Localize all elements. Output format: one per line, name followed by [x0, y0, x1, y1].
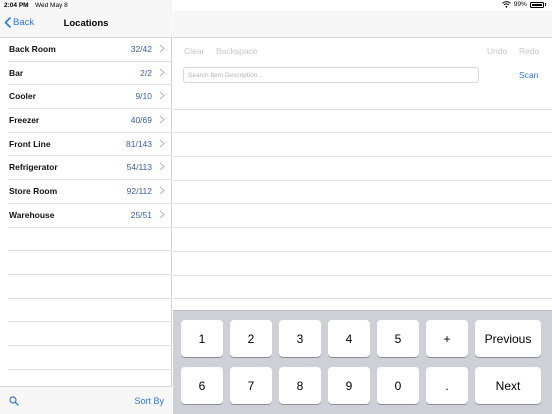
key-1[interactable]: 1: [181, 320, 223, 357]
location-count: 92/112: [126, 186, 152, 197]
location-row-refrigerator[interactable]: Refrigerator 54/113: [8, 156, 172, 181]
location-row-store-room[interactable]: Store Room 92/112: [8, 180, 172, 204]
location-name: Store Room: [9, 186, 58, 197]
key-7[interactable]: 7: [230, 367, 272, 404]
location-name: Bar: [9, 67, 24, 78]
location-name: Refrigerator: [9, 162, 58, 173]
key-0[interactable]: 0: [377, 367, 419, 404]
chevron-right-icon: [159, 186, 165, 195]
location-count: 25/51: [130, 209, 152, 220]
list-row: [173, 86, 552, 110]
key-8[interactable]: 8: [279, 367, 321, 404]
key-4[interactable]: 4: [328, 320, 370, 357]
list-row: [173, 181, 552, 205]
location-row-back-room[interactable]: Back Room 32/42: [8, 38, 172, 62]
empty-row: [8, 228, 172, 252]
key-2[interactable]: 2: [230, 320, 272, 357]
battery-tip: [544, 3, 546, 6]
empty-row: [8, 299, 172, 323]
chevron-right-icon: [159, 68, 165, 77]
locations-title: Locations: [63, 18, 109, 29]
location-name: Front Line: [9, 138, 51, 149]
list-row: [173, 228, 552, 252]
clear-button[interactable]: Clear: [184, 46, 204, 56]
backspace-button[interactable]: Backspace: [216, 46, 258, 56]
chevron-right-icon: [159, 139, 165, 148]
list-row: [173, 276, 552, 300]
list-row: [173, 204, 552, 229]
location-name: Back Room: [9, 44, 56, 54]
key-decimal[interactable]: .: [426, 367, 468, 404]
chevron-right-icon: [159, 91, 165, 100]
redo-button[interactable]: Redo: [519, 46, 539, 56]
item-list: [173, 86, 552, 300]
item-search-input[interactable]: Search Item Description...: [183, 67, 479, 83]
location-count: 9/10: [135, 91, 152, 102]
locations-panel: Back Locations Back Room 32/42 Bar 2/2 C…: [0, 0, 172, 414]
undo-button[interactable]: Undo: [487, 46, 507, 56]
location-row-bar[interactable]: Bar 2/2: [8, 62, 172, 86]
status-right-group: 99%: [501, 1, 546, 8]
location-row-warehouse[interactable]: Warehouse 25/51: [8, 204, 172, 228]
location-name: Cooler: [9, 91, 36, 102]
key-3[interactable]: 3: [279, 320, 321, 357]
search-icon[interactable]: [9, 396, 19, 406]
key-5[interactable]: 5: [377, 320, 419, 357]
next-button[interactable]: Next: [475, 367, 541, 404]
locations-footer-toolbar: Sort By: [0, 386, 172, 414]
count-nav-bar: [173, 11, 552, 38]
previous-button[interactable]: Previous: [475, 320, 541, 357]
chevron-right-icon: [159, 115, 165, 124]
location-count: 81/143: [126, 138, 152, 149]
list-row: [173, 110, 552, 134]
location-count: 40/69: [130, 115, 152, 126]
status-time: 2:04 PM: [4, 2, 29, 9]
location-name: Warehouse: [9, 209, 55, 220]
chevron-right-icon: [159, 163, 165, 171]
list-row: [173, 252, 552, 276]
scan-button[interactable]: Scan: [519, 70, 538, 80]
app-screen: Back Locations Back Room 32/42 Bar 2/2 C…: [0, 0, 552, 414]
location-count: 2/2: [140, 67, 152, 78]
empty-row: [8, 275, 172, 299]
location-row-front-line[interactable]: Front Line 81/143: [8, 133, 172, 157]
location-row-freezer[interactable]: Freezer 40/69: [8, 109, 172, 133]
list-row: [173, 157, 552, 181]
location-count: 32/42: [130, 44, 152, 54]
location-row-cooler[interactable]: Cooler 9/10: [8, 85, 172, 110]
chevron-right-icon: [159, 210, 165, 219]
location-name: Freezer: [9, 115, 40, 126]
empty-row: [8, 322, 172, 346]
empty-row: [8, 346, 172, 370]
status-bar: 2:04 PM Wed May 8 99%: [0, 0, 552, 11]
numeric-keypad: 1 2 3 4 5 + Previous 6 7 8 9 0 . Next: [173, 310, 552, 414]
location-count: 54/113: [126, 162, 152, 173]
status-date: Wed May 8: [35, 2, 68, 9]
edit-toolbar: Clear Backspace Undo Redo: [173, 38, 552, 62]
sort-by-button[interactable]: Sort By: [134, 396, 164, 406]
empty-row: [8, 251, 172, 275]
battery-percent: 99%: [513, 1, 527, 8]
wifi-icon: [501, 1, 511, 8]
key-6[interactable]: 6: [181, 367, 223, 404]
locations-list: Back Room 32/42 Bar 2/2 Cooler 9/10 Free…: [0, 38, 172, 370]
key-plus[interactable]: +: [426, 320, 468, 357]
battery-icon: [529, 1, 544, 8]
chevron-right-icon: [159, 44, 165, 53]
key-9[interactable]: 9: [328, 367, 370, 404]
list-row: [173, 133, 552, 158]
